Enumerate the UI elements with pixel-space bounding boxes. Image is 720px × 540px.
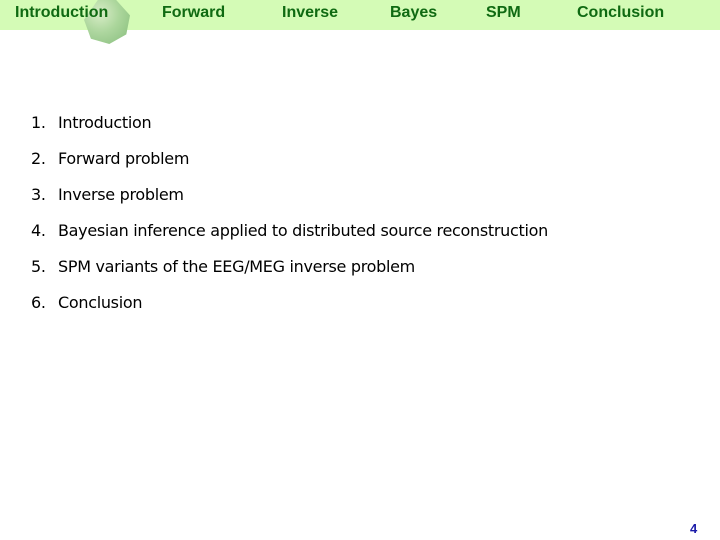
outline-item: 4. Bayesian inference applied to distribu… xyxy=(31,220,548,256)
outline-text: Bayesian inference applied to distribute… xyxy=(58,221,548,240)
outline-number: 2. xyxy=(31,149,46,168)
nav-item-inverse[interactable]: Inverse xyxy=(282,4,338,22)
outline-number: 3. xyxy=(31,185,46,204)
outline-number: 1. xyxy=(31,113,46,132)
outline-text: Forward problem xyxy=(58,149,190,168)
outline-text: SPM variants of the EEG/MEG inverse prob… xyxy=(58,257,415,276)
nav-item-introduction[interactable]: Introduction xyxy=(15,4,108,22)
outline-list: 1. Introduction 2. Forward problem 3. Inver… xyxy=(31,112,548,328)
outline-item: 3. Inverse problem xyxy=(31,184,548,220)
outline-text: Conclusion xyxy=(58,293,143,312)
outline-text: Introduction xyxy=(58,113,152,132)
outline-number: 6. xyxy=(31,293,46,312)
nav-item-forward[interactable]: Forward xyxy=(162,4,225,22)
outline-item: 5. SPM variants of the EEG/MEG inverse pr… xyxy=(31,256,548,292)
outline-number: 4. xyxy=(31,221,46,240)
outline-text: Inverse problem xyxy=(58,185,184,204)
outline-item: 1. Introduction xyxy=(31,112,548,148)
outline-number: 5. xyxy=(31,257,46,276)
outline-item: 2. Forward problem xyxy=(31,148,548,184)
page-number: 4 xyxy=(690,521,698,536)
nav-item-bayes[interactable]: Bayes xyxy=(390,4,437,22)
nav-item-spm[interactable]: SPM xyxy=(486,4,521,22)
outline-item: 6. Conclusion xyxy=(31,292,548,328)
nav-item-conclusion[interactable]: Conclusion xyxy=(577,4,664,22)
